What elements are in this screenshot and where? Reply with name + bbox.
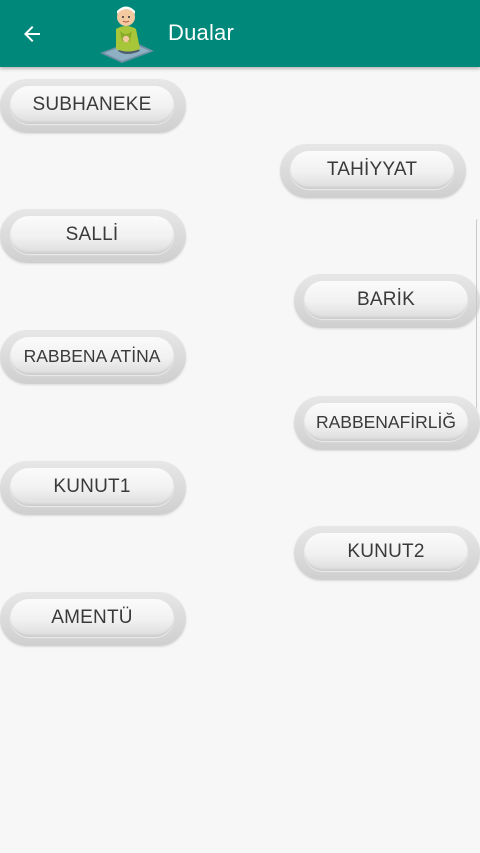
prayer-label: RABBENA ATİNA <box>23 345 161 366</box>
button-face: SALLİ <box>10 216 174 254</box>
prayer-button-rabbena-atina[interactable]: RABBENA ATİNA <box>0 330 186 384</box>
prayer-button-salli[interactable]: SALLİ <box>0 209 186 263</box>
prayer-label: SUBHANEKE <box>32 94 152 115</box>
prayer-label: BARİK <box>356 289 416 310</box>
prayer-button-amentu[interactable]: AMENTÜ <box>0 592 186 646</box>
prayer-list: SUBHANEKE TAHİYYAT SALLİ BARİK RABBENA A… <box>0 67 480 853</box>
prayer-button-kunut2[interactable]: KUNUT2 <box>294 526 480 580</box>
back-button[interactable] <box>14 16 50 52</box>
prayer-button-barik[interactable]: BARİK <box>294 274 480 328</box>
prayer-label: SALLİ <box>65 224 119 245</box>
button-face: KUNUT2 <box>304 533 468 571</box>
scroll-indicator[interactable] <box>476 219 480 409</box>
prayer-label: AMENTÜ <box>51 607 133 628</box>
praying-boy-icon <box>96 1 158 65</box>
prayer-button-subhaneke[interactable]: SUBHANEKE <box>0 79 186 133</box>
button-face: AMENTÜ <box>10 599 174 637</box>
prayer-button-tahiyyat[interactable]: TAHİYYAT <box>280 144 466 198</box>
button-face: RABBENA ATİNA <box>10 337 174 375</box>
button-face: KUNUT1 <box>10 468 174 506</box>
button-face: SUBHANEKE <box>10 86 174 124</box>
button-face: RABBENAFİRLİĞ <box>304 403 468 441</box>
button-face: TAHİYYAT <box>290 151 454 189</box>
button-face: BARİK <box>304 281 468 319</box>
prayer-label: TAHİYYAT <box>326 159 418 180</box>
prayer-label: RABBENAFİRLİĞ <box>315 411 457 432</box>
page-title: Dualar <box>168 20 235 45</box>
app-bar: Dualar <box>0 0 480 67</box>
arrow-left-icon <box>24 26 40 42</box>
prayer-label: KUNUT1 <box>53 476 131 497</box>
prayer-button-kunut1[interactable]: KUNUT1 <box>0 461 186 515</box>
prayer-label: KUNUT2 <box>347 541 425 562</box>
prayer-button-rabbenafirlig[interactable]: RABBENAFİRLİĞ <box>294 396 480 450</box>
